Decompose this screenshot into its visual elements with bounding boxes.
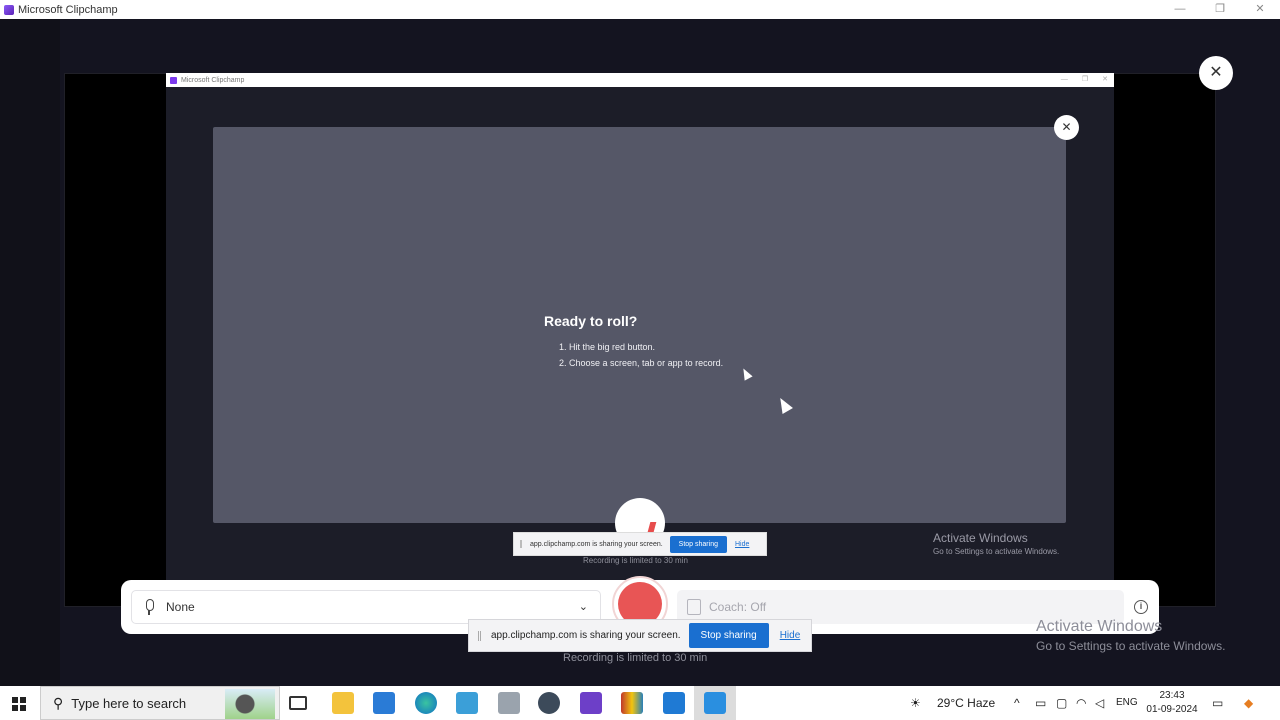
inner-close-icon: ✕ <box>1054 115 1079 140</box>
active-app-icon[interactable] <box>704 692 726 714</box>
coach-label: Coach: Off <box>709 600 767 614</box>
settings-icon[interactable] <box>538 692 560 714</box>
search-icon: ⚲ <box>53 694 64 711</box>
clipchamp-logo-icon <box>4 4 14 15</box>
activate-windows-watermark: Activate Windows Go to Settings to activ… <box>1036 618 1225 653</box>
inner-window-controls: — ❐ ✕ <box>1060 76 1108 83</box>
task-view-icon[interactable] <box>289 696 307 710</box>
coach-icon <box>687 599 701 615</box>
winrar-icon[interactable] <box>621 692 643 714</box>
share-message: app.clipchamp.com is sharing your screen… <box>491 630 681 641</box>
vscode-icon[interactable] <box>663 692 685 714</box>
clock-date: 01-09-2024 <box>1146 704 1198 715</box>
recording-limit-text: Recording is limited to 30 min <box>563 652 708 664</box>
language-indicator[interactable]: ENG <box>1116 686 1138 720</box>
window-controls: — ❐ ✕ <box>1160 0 1280 19</box>
inner-window-titlebar: Microsoft Clipchamp — ❐ ✕ <box>166 73 1114 87</box>
copilot-icon[interactable]: ◆ <box>1244 686 1253 720</box>
stop-sharing-button[interactable]: Stop sharing <box>688 623 769 648</box>
share-grip-icon[interactable] <box>478 630 481 641</box>
activate-line1: Activate Windows <box>1036 618 1163 635</box>
chevron-up-icon[interactable]: ^ <box>1014 686 1020 720</box>
photos-icon[interactable] <box>498 692 520 714</box>
mail-icon[interactable] <box>456 692 478 714</box>
hide-link[interactable]: Hide <box>780 630 801 641</box>
system-clock[interactable]: 23:43 01-09-2024 <box>1144 689 1200 717</box>
grip-icon <box>520 540 522 548</box>
inner-share-message: app.clipchamp.com is sharing your screen… <box>530 540 663 548</box>
inner-stop-sharing: Stop sharing <box>669 535 727 553</box>
inner-hide-link: Hide <box>734 540 750 548</box>
close-window-button[interactable]: ✕ <box>1240 0 1280 19</box>
windows-start-icon[interactable] <box>12 697 26 711</box>
microphone-icon <box>142 599 156 615</box>
search-placeholder: Type here to search <box>71 695 187 711</box>
inner-activate-line1: Activate Windows <box>933 531 1028 545</box>
taskbar-search[interactable]: ⚲ Type here to search <box>40 686 280 720</box>
screen-share-bar: app.clipchamp.com is sharing your screen… <box>468 619 812 652</box>
search-highlight-icon <box>225 689 275 719</box>
inner-window-title: Microsoft Clipchamp <box>181 76 245 84</box>
inner-logo-icon <box>170 76 177 84</box>
window-titlebar: Microsoft Clipchamp — ❐ ✕ <box>0 0 1280 19</box>
minimize-button[interactable]: — <box>1160 0 1200 19</box>
screen-preview <box>213 127 1066 523</box>
inner-activate-watermark: Activate Windows Go to Settings to activ… <box>933 531 1059 556</box>
chevron-down-icon: ⌄ <box>578 601 588 613</box>
clock-time: 23:43 <box>1159 690 1185 701</box>
microphone-value: None <box>166 600 195 614</box>
step-1: 1. Hit the big red button. <box>559 342 656 352</box>
info-icon[interactable]: i <box>1134 600 1148 614</box>
volume-icon[interactable]: ◁ <box>1095 686 1104 720</box>
activate-line2: Go to Settings to activate Windows. <box>1036 639 1226 653</box>
step-2: 2. Choose a screen, tab or app to record… <box>559 358 724 368</box>
wifi-icon[interactable]: ◠ <box>1076 686 1086 720</box>
weather-icon[interactable]: ☀ <box>910 686 921 720</box>
battery-icon[interactable]: ▭ <box>1035 686 1046 720</box>
window-title: Microsoft Clipchamp <box>18 3 118 16</box>
inner-share-bar: app.clipchamp.com is sharing your screen… <box>513 532 767 556</box>
maximize-button[interactable]: ❐ <box>1200 0 1240 19</box>
ready-heading: Ready to roll? <box>544 313 638 329</box>
clipchamp-icon[interactable] <box>580 692 602 714</box>
edge-icon[interactable] <box>415 692 437 714</box>
close-overlay-button[interactable]: ✕ <box>1199 56 1233 90</box>
app-sidebar <box>0 19 60 686</box>
weather-text[interactable]: 29°C Haze <box>937 686 995 720</box>
inner-limit-text: Recording is limited to 30 min <box>583 556 688 565</box>
store-icon[interactable] <box>373 692 395 714</box>
file-explorer-icon[interactable] <box>332 692 354 714</box>
notifications-icon[interactable]: ▭ <box>1212 686 1223 720</box>
meet-now-icon[interactable]: ▢ <box>1056 686 1067 720</box>
inner-activate-line2: Go to Settings to activate Windows. <box>933 547 1060 556</box>
